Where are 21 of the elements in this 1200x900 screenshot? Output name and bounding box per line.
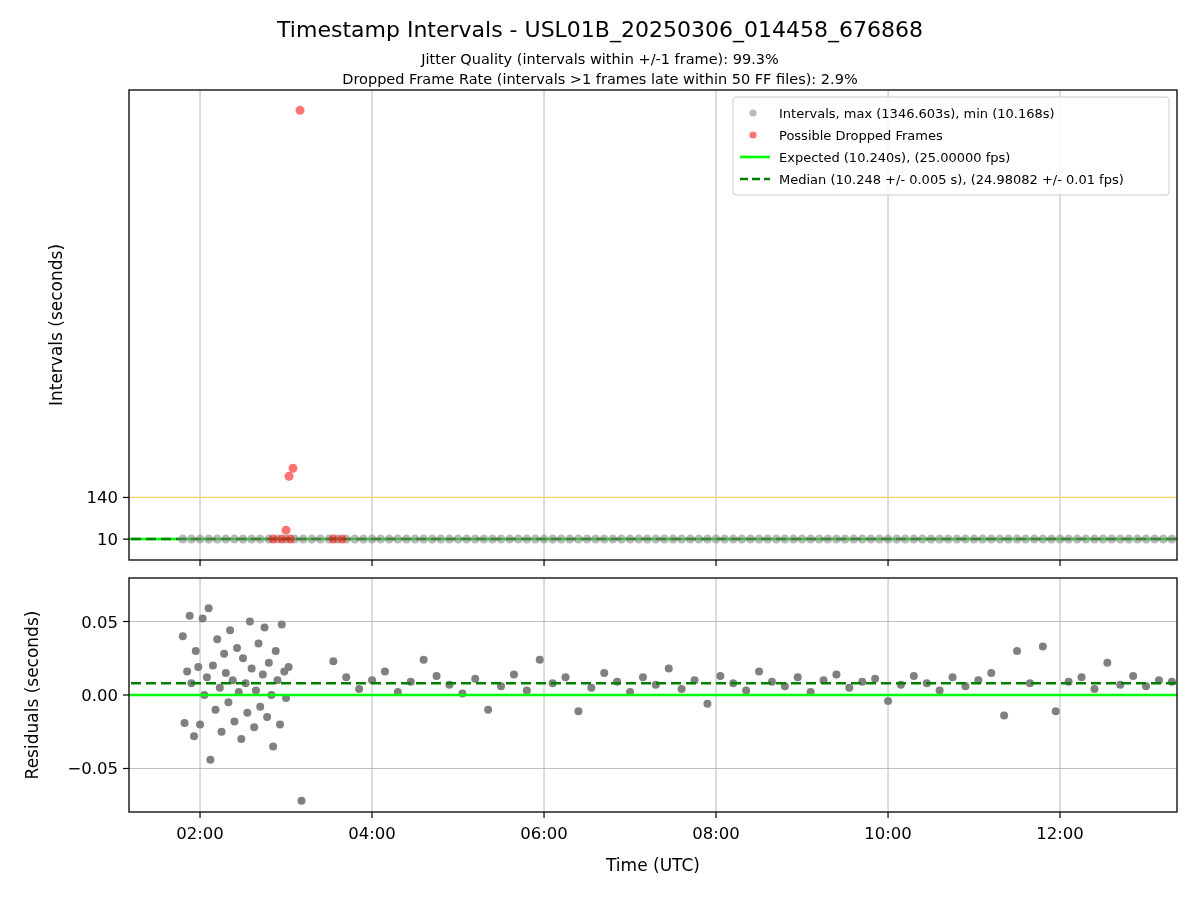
- legend-label: Possible Dropped Frames: [779, 128, 943, 143]
- chart-subtitle: Jitter Quality (intervals within +/-1 frame): 99.3%: [421, 51, 779, 67]
- tick-label: 02:00: [176, 824, 224, 843]
- tick-label: 0.00: [81, 686, 118, 705]
- tick-label: 12:00: [1036, 824, 1084, 843]
- tick-label: 08:00: [692, 824, 740, 843]
- legend-label: Expected (10.240s), (25.00000 fps): [779, 150, 1011, 165]
- tick-label: 10: [97, 530, 118, 550]
- tick-label: 10:00: [864, 824, 912, 843]
- axis-label: Time (UTC): [606, 855, 700, 875]
- axis-label: Intervals (seconds): [46, 243, 66, 407]
- tick-label: 140: [86, 488, 118, 508]
- tick-label: 06:00: [520, 824, 568, 843]
- tick-label: 0.05: [81, 612, 118, 632]
- axis-label: Residuals (seconds): [22, 610, 42, 780]
- legend-label: Median (10.248 +/- 0.005 s), (24.98082 +/- 0.01 fps): [779, 172, 1124, 187]
- chart-subtitle: Dropped Frame Rate (intervals >1 frames late within 50 FF files): 2.9%: [342, 71, 858, 87]
- chart-title: Timestamp Intervals - USL01B_20250306_014458_676868: [277, 17, 923, 42]
- tick-label: 04:00: [348, 824, 396, 843]
- tick-label: −0.05: [67, 759, 118, 779]
- legend-label: Intervals, max (1346.603s), min (10.168s): [779, 106, 1055, 121]
